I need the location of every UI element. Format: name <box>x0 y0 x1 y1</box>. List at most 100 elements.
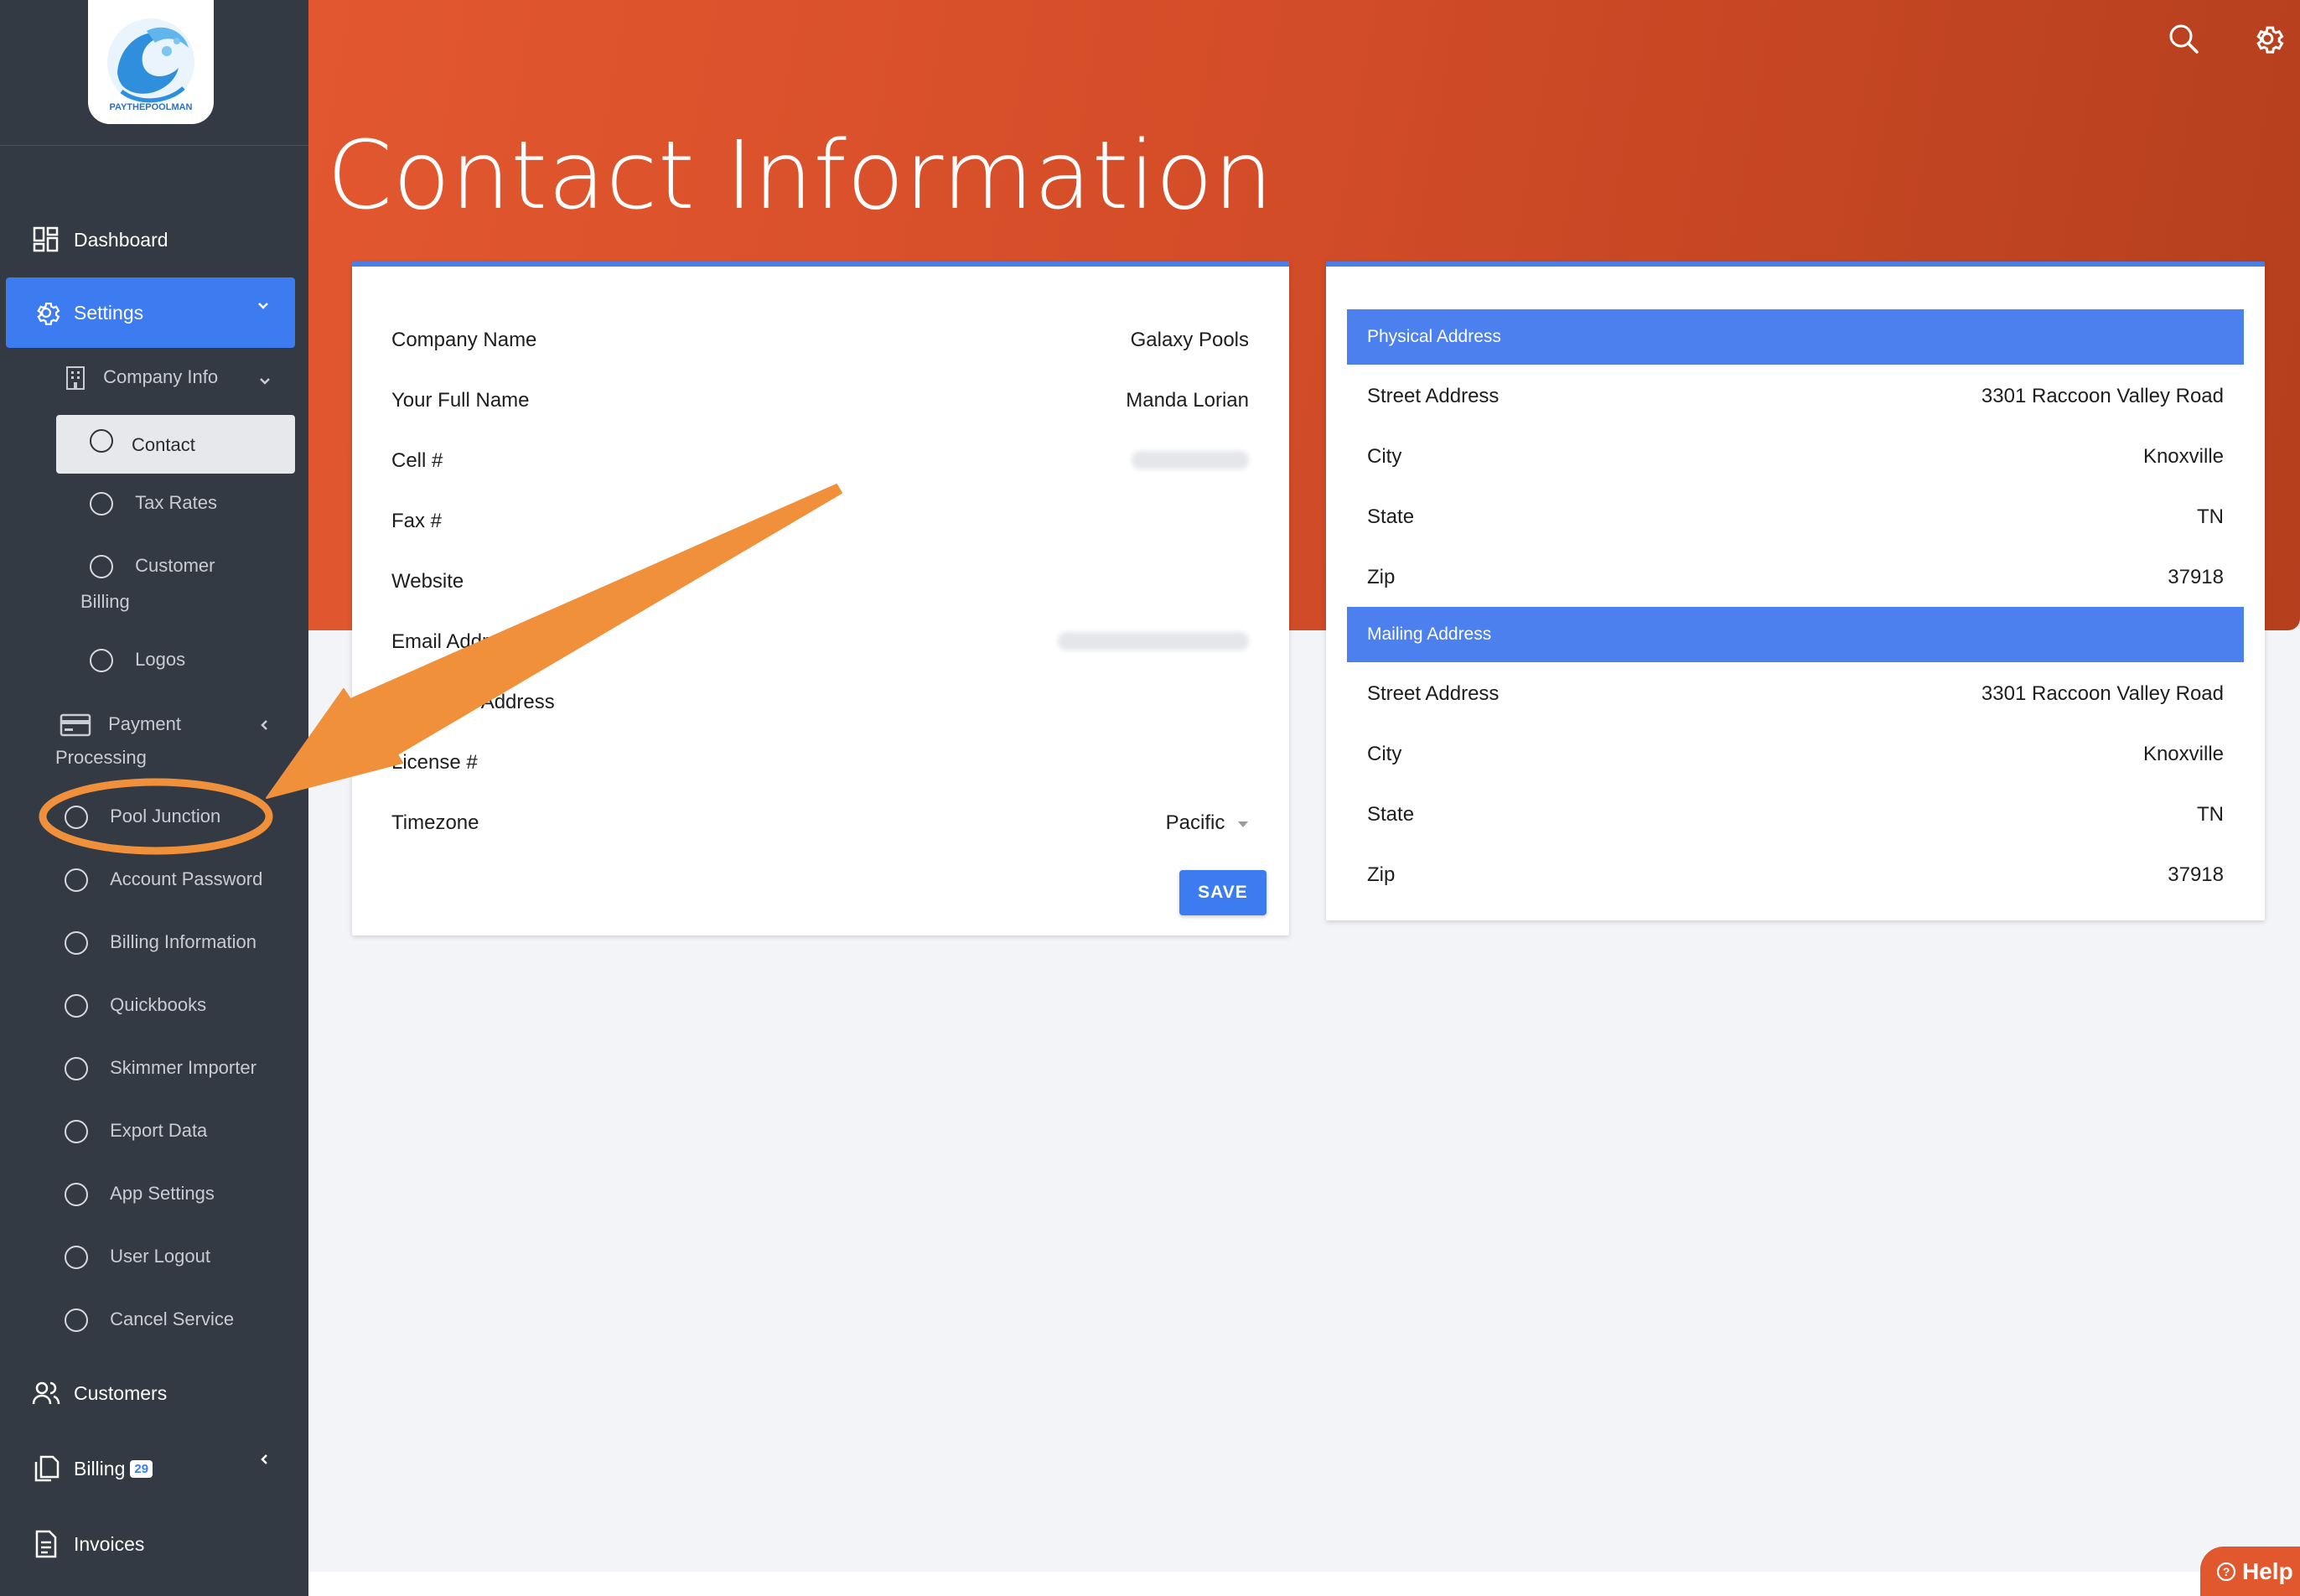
sidebar-item-invoices[interactable]: Invoices <box>32 1530 144 1558</box>
help-button[interactable]: ? Help <box>2200 1547 2300 1596</box>
gear-icon[interactable] <box>2251 22 2284 55</box>
sidebar-item-payment-processing[interactable]: Payment <box>60 712 181 738</box>
sidebar-item-label: Contact <box>132 434 195 455</box>
full-name-label: Your Full Name <box>391 389 530 412</box>
settings-row: Settings <box>32 298 143 327</box>
company-name-label: Company Name <box>391 329 537 351</box>
sidebar-item-label: App Settings <box>110 1183 215 1204</box>
circle-icon <box>65 1308 88 1333</box>
mailing-street-label: Street Address <box>1367 682 1500 705</box>
chevron-left-icon <box>261 1454 267 1464</box>
mailing-city-label: City <box>1367 743 1402 765</box>
chevron-left-icon <box>261 720 267 730</box>
credit-card-icon <box>60 713 91 737</box>
email-field[interactable] <box>1058 632 1249 650</box>
cell-label: Cell # <box>391 449 443 472</box>
svg-text:PAYTHEPOOLMAN: PAYTHEPOOLMAN <box>109 102 192 112</box>
sidebar-item-company-info[interactable]: Company Info <box>65 365 218 391</box>
app-root: PAYTHEPOOLMAN Dashboard Settings Company… <box>0 0 2300 1596</box>
sidebar-item-customer-billing[interactable]: Customer <box>90 555 215 579</box>
circle-icon <box>65 1183 88 1207</box>
physical-address-header: Physical Address <box>1347 309 2244 365</box>
circle-icon <box>65 1057 88 1081</box>
cell-field[interactable] <box>1132 451 1249 469</box>
document-icon <box>32 1530 60 1558</box>
sidebar-item-label: Account Password <box>110 868 263 889</box>
circle-icon <box>90 429 113 453</box>
physical-state-value[interactable]: TN <box>1802 505 2224 529</box>
sidebar-item-label: Payment <box>108 712 181 734</box>
sidebar-item-tax-rates[interactable]: Tax Rates <box>90 492 217 516</box>
building-icon <box>66 366 85 390</box>
timezone-value: Pacific <box>1165 811 1225 834</box>
sidebar-item-label-cont: Processing <box>55 747 147 768</box>
sidebar-item-settings[interactable]: Settings <box>6 277 295 348</box>
save-button[interactable]: SAVE <box>1179 870 1267 915</box>
circle-icon <box>65 994 88 1018</box>
sidebar-item-skimmer-importer[interactable]: Skimmer Importer <box>65 1057 256 1081</box>
sidebar-item-export-data[interactable]: Export Data <box>65 1120 208 1144</box>
license-label: License # <box>391 751 478 774</box>
sidebar-item-app-settings[interactable]: App Settings <box>65 1183 215 1207</box>
users-icon <box>32 1379 60 1407</box>
sidebar-item-account-password[interactable]: Account Password <box>65 868 263 893</box>
sidebar-item-label: Skimmer Importer <box>110 1057 256 1078</box>
timezone-select[interactable]: Pacific <box>1140 811 1249 835</box>
logo[interactable]: PAYTHEPOOLMAN <box>88 0 214 124</box>
sidebar-item-label: Billing Information <box>110 931 256 952</box>
sidebar-item-label-cont: Billing <box>80 591 130 612</box>
circle-icon <box>65 931 88 956</box>
mailing-zip-label: Zip <box>1367 863 1396 886</box>
svg-text:?: ? <box>2223 1565 2230 1578</box>
mailing-zip-value[interactable]: 37918 <box>1802 863 2224 887</box>
sidebar-item-label: Cancel Service <box>110 1308 235 1329</box>
mailing-state-label: State <box>1367 803 1415 826</box>
sidebar: PAYTHEPOOLMAN Dashboard Settings Company… <box>0 0 308 1596</box>
page-title: Contact Information <box>327 122 1274 231</box>
sidebar-item-contact[interactable]: Contact <box>56 415 295 474</box>
sidebar-item-billing[interactable]: Billing 29 <box>32 1454 153 1483</box>
fax-label: Fax # <box>391 510 443 532</box>
sidebar-item-billing-information[interactable]: Billing Information <box>65 931 256 956</box>
sidebar-item-user-logout[interactable]: User Logout <box>65 1246 210 1270</box>
physical-city-value[interactable]: Knoxville <box>1802 445 2224 469</box>
physical-street-label: Street Address <box>1367 385 1500 407</box>
sidebar-item-pool-junction[interactable]: Pool Junction <box>65 806 220 830</box>
caret-down-icon <box>1238 821 1248 827</box>
logo-splash-icon: PAYTHEPOOLMAN <box>107 18 194 112</box>
sidebar-item-label: Customer <box>135 555 215 576</box>
search-icon[interactable] <box>2167 22 2200 55</box>
sidebar-item-dashboard[interactable]: Dashboard <box>32 225 168 254</box>
mailing-city-value[interactable]: Knoxville <box>1802 743 2224 766</box>
sidebar-item-label: User Logout <box>110 1246 210 1267</box>
physical-city-label: City <box>1367 445 1402 468</box>
sidebar-item-label: Invoices <box>74 1532 145 1555</box>
circle-icon <box>90 649 113 673</box>
cc-email-label: CC Email Address <box>391 691 555 713</box>
company-name-field[interactable]: Galaxy Pools <box>922 329 1249 352</box>
mailing-state-value[interactable]: TN <box>1802 803 2224 826</box>
footer <box>308 1572 2300 1596</box>
sidebar-item-label: Export Data <box>110 1120 208 1141</box>
sidebar-item-cancel-service[interactable]: Cancel Service <box>65 1308 235 1333</box>
sidebar-item-label: Settings <box>74 301 144 324</box>
sidebar-item-label: Dashboard <box>74 228 168 251</box>
physical-zip-value[interactable]: 37918 <box>1802 566 2224 589</box>
physical-street-value[interactable]: 3301 Raccoon Valley Road <box>1802 385 2224 408</box>
sidebar-item-customers[interactable]: Customers <box>32 1379 167 1407</box>
chevron-down-icon <box>260 378 270 385</box>
circle-icon <box>65 1246 88 1270</box>
sidebar-item-label: Company Info <box>103 365 219 387</box>
sidebar-item-label: Billing <box>74 1457 126 1479</box>
mailing-street-value[interactable]: 3301 Raccoon Valley Road <box>1802 682 2224 706</box>
circle-icon <box>65 868 88 893</box>
help-circle-icon: ? <box>2216 1562 2236 1581</box>
help-label: Help <box>2242 1557 2293 1584</box>
files-icon <box>32 1454 60 1483</box>
full-name-field[interactable]: Manda Lorian <box>922 389 1249 412</box>
circle-icon <box>90 492 113 516</box>
physical-zip-label: Zip <box>1367 566 1396 588</box>
sidebar-item-quickbooks[interactable]: Quickbooks <box>65 994 206 1018</box>
sidebar-item-logos[interactable]: Logos <box>90 649 185 673</box>
physical-state-label: State <box>1367 505 1415 528</box>
